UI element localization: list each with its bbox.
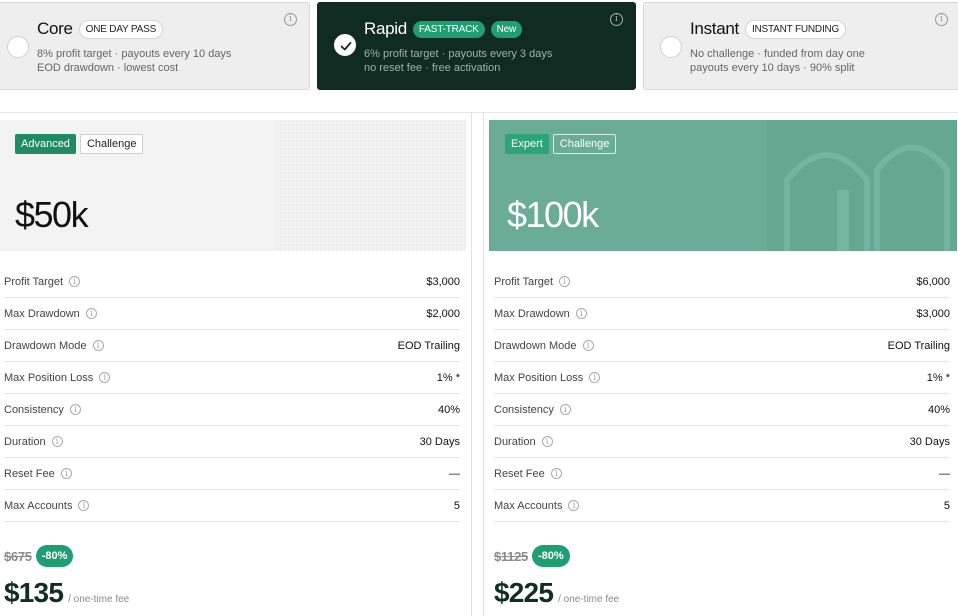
- account-card-100k[interactable]: Expert Challenge $100k Profit Target i $6,…: [483, 113, 958, 616]
- type-tag: Challenge: [79, 134, 144, 154]
- stats-list: Profit Target i $6,000 Max Drawdown i $3,000…: [494, 266, 950, 522]
- stat-row: Drawdown Mode i EOD Trailing: [4, 330, 460, 362]
- plan-option-rapid[interactable]: Rapid FAST-TRACK New 6% profit target · …: [317, 2, 636, 90]
- info-icon[interactable]: i: [935, 13, 948, 26]
- original-price: $675: [4, 548, 32, 564]
- plan-badge: FAST-TRACK: [412, 20, 485, 38]
- info-icon[interactable]: i: [78, 500, 90, 511]
- architecture-image: [767, 120, 957, 251]
- info-icon[interactable]: i: [69, 404, 81, 415]
- fee-note: / one-time fee: [558, 594, 620, 605]
- stat-row: Max Position Loss i 1% *: [494, 362, 950, 394]
- radio-checked-icon[interactable]: [334, 34, 356, 56]
- info-icon[interactable]: i: [575, 308, 587, 319]
- stat-row: Duration i 30 Days: [4, 426, 460, 458]
- plan-name: Instant: [690, 19, 739, 38]
- stat-row: Max Drawdown i $2,000: [4, 298, 460, 330]
- stat-row: Reset Fee i —: [4, 458, 460, 490]
- info-icon[interactable]: i: [582, 340, 594, 351]
- pricing: $675 -80% $135 / one-time fee: [4, 545, 129, 609]
- texture-pattern: [276, 120, 466, 251]
- info-icon[interactable]: i: [568, 500, 580, 511]
- stat-row: Profit Target i $3,000: [4, 266, 460, 298]
- info-icon[interactable]: i: [559, 404, 571, 415]
- tier-tag: Advanced: [15, 134, 76, 154]
- radio-unchecked-icon[interactable]: [7, 36, 29, 58]
- fee-note: / one-time fee: [68, 594, 130, 605]
- stat-row: Duration i 30 Days: [494, 426, 950, 458]
- type-tag: Challenge: [552, 134, 617, 154]
- stat-row: Reset Fee i —: [494, 458, 950, 490]
- info-icon[interactable]: i: [610, 13, 623, 26]
- stat-row: Max Position Loss i 1% *: [4, 362, 460, 394]
- stat-row: Max Accounts i 5: [494, 490, 950, 522]
- original-price: $1125: [494, 548, 528, 564]
- current-price: $135: [4, 577, 64, 608]
- stat-row: Consistency i 40%: [4, 394, 460, 426]
- info-icon[interactable]: i: [51, 436, 63, 447]
- info-icon[interactable]: i: [99, 372, 111, 383]
- stat-row: Max Drawdown i $3,000: [494, 298, 950, 330]
- account-card-50k[interactable]: Advanced Challenge $50k Profit Target i $3…: [0, 113, 472, 616]
- plan-option-instant[interactable]: Instant INSTANT FUNDING No challenge · f…: [643, 2, 958, 90]
- card-hero: Expert Challenge $100k: [489, 120, 957, 251]
- checkmark-icon: [340, 41, 352, 51]
- account-size: $50k: [15, 194, 89, 235]
- plan-description: 8% profit target · payouts every 10 days…: [37, 48, 232, 74]
- stats-list: Profit Target i $3,000 Max Drawdown i $2,000…: [4, 266, 460, 522]
- plan-option-core[interactable]: Core ONE DAY PASS 8% profit target · pay…: [0, 2, 310, 90]
- stat-row: Profit Target i $6,000: [494, 266, 950, 298]
- stat-row: Consistency i 40%: [494, 394, 950, 426]
- info-icon[interactable]: i: [589, 372, 601, 383]
- pricing: $1125 -80% $225 / one-time fee: [494, 545, 619, 609]
- plan-badge: INSTANT FUNDING: [744, 19, 847, 39]
- info-icon[interactable]: i: [92, 340, 104, 351]
- plan-description: 6% profit target · payouts every 3 days …: [364, 48, 553, 74]
- plan-badge: ONE DAY PASS: [78, 19, 164, 39]
- radio-unchecked-icon[interactable]: [660, 36, 682, 58]
- info-icon[interactable]: i: [284, 13, 297, 26]
- info-icon[interactable]: i: [69, 276, 81, 287]
- plan-selector: Core ONE DAY PASS 8% profit target · pay…: [0, 0, 958, 92]
- tier-tag: Expert: [505, 134, 549, 154]
- plan-name: Rapid: [364, 19, 407, 38]
- discount-badge: -80%: [35, 545, 74, 567]
- info-icon[interactable]: i: [559, 276, 571, 287]
- new-badge: New: [490, 20, 523, 38]
- stat-row: Max Accounts i 5: [4, 490, 460, 522]
- plan-name: Core: [37, 19, 73, 38]
- info-icon[interactable]: i: [541, 436, 553, 447]
- discount-badge: -80%: [531, 545, 570, 567]
- info-icon[interactable]: i: [60, 468, 72, 479]
- plan-description: No challenge · funded from day one payou…: [690, 48, 865, 74]
- account-size: $100k: [507, 194, 599, 235]
- current-price: $225: [494, 577, 554, 608]
- card-hero: Advanced Challenge $50k: [0, 120, 466, 251]
- stat-row: Drawdown Mode i EOD Trailing: [494, 330, 950, 362]
- info-icon[interactable]: i: [85, 308, 97, 319]
- info-icon[interactable]: i: [550, 468, 562, 479]
